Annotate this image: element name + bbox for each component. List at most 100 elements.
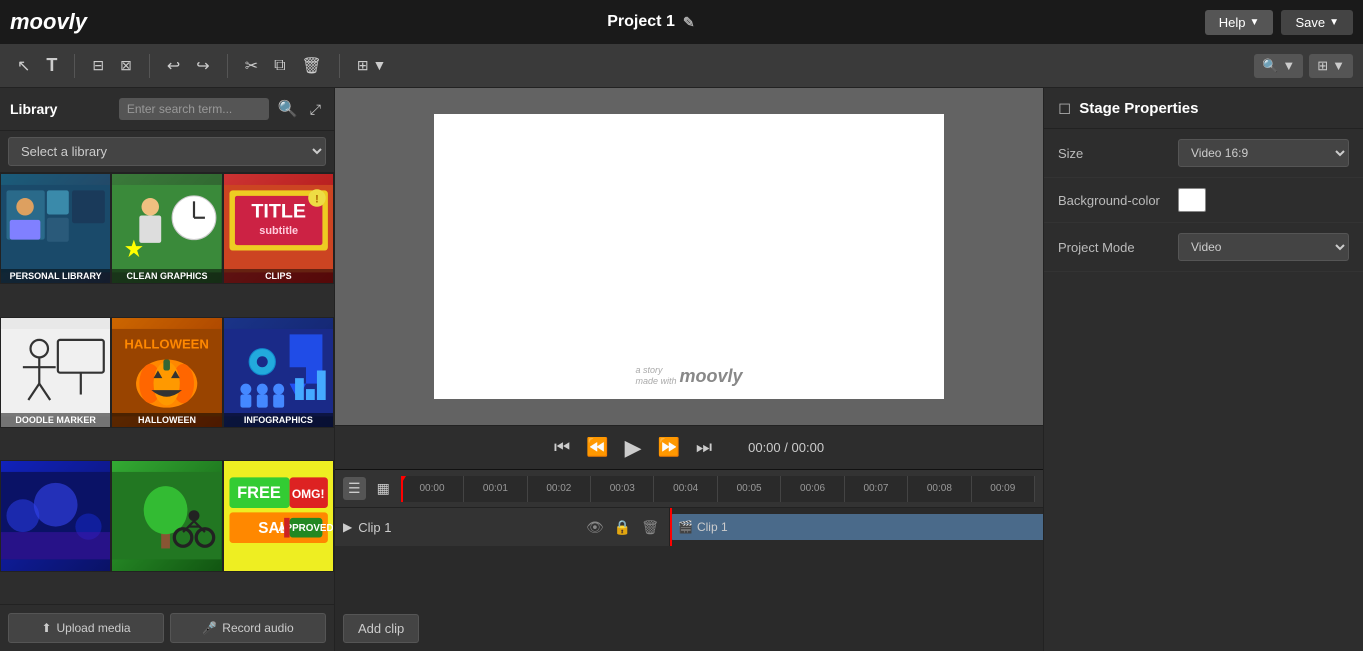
library-item-personal[interactable]: PERSONAL LIBRARY (0, 173, 111, 284)
upload-media-button[interactable]: ⬆ Upload media (8, 613, 164, 643)
timeline-section: ☰ ▦ 00:00 00:01 00:02 (335, 469, 1043, 651)
skip-start-button[interactable]: ⏮ (554, 437, 570, 458)
clip-bar[interactable]: 🎬 Clip 1 (670, 514, 1043, 540)
select-tools: ↖ T (10, 50, 64, 81)
stage: a story made with moovly (434, 114, 944, 399)
library-item-bike[interactable] (111, 460, 222, 571)
library-search-row: 🔍 ⤢ (119, 96, 324, 122)
svg-text:TITLE: TITLE (251, 201, 306, 223)
clip1-expand-button[interactable]: ▶ (343, 520, 352, 534)
record-audio-label: Record audio (222, 621, 293, 635)
search-button[interactable]: 🔍 (275, 96, 301, 122)
library-item-blue-abstract[interactable] (0, 460, 111, 571)
library-item-infographics[interactable]: INFOGRAPHICS (223, 317, 334, 428)
history-tools: ↩ ↪ (160, 51, 217, 81)
tick-0001: 00:01 (464, 476, 527, 502)
toolbar-sep-3 (227, 54, 228, 78)
record-audio-button[interactable]: 🎤 Record audio (170, 613, 326, 643)
ruler-ticks: 00:00 00:01 00:02 00:03 00:04 00:05 00:0… (401, 476, 1035, 502)
search-dropdown[interactable]: 🔍 ▼ (1254, 54, 1303, 78)
tick-0007: 00:07 (845, 476, 908, 502)
search-input[interactable] (119, 98, 269, 120)
upload-media-label: Upload media (57, 621, 131, 635)
clip1-visibility-button[interactable]: 👁 (584, 517, 606, 538)
clip1-lock-button[interactable]: 🔒 (612, 517, 633, 538)
play-button[interactable]: ▶ (625, 435, 642, 461)
timeline-grid-view-button[interactable]: ▦ (372, 477, 395, 500)
cut-button[interactable]: ✂ (238, 51, 265, 81)
current-time: 00:00 (748, 440, 781, 455)
library-item-clips[interactable]: TITLE subtitle ! CLIPS (223, 173, 334, 284)
timeline-controls-row: ☰ ▦ 00:00 00:01 00:02 (335, 470, 1043, 508)
align-button[interactable]: ⊟ (85, 52, 111, 79)
library-item-sale[interactable]: FREE OMG! SALE APPROVED (223, 460, 334, 571)
tick-0004: 00:04 (654, 476, 717, 502)
edit-icon[interactable]: ✎ (683, 14, 695, 31)
toolbar: ↖ T ⊟ ⊠ ↩ ↪ ✂ ⧉ 🗑 ⊞ ▼ 🔍 ▼ ⊞ ▼ (0, 44, 1363, 88)
timeline-list-view-button[interactable]: ☰ (343, 477, 366, 500)
skip-end-button[interactable]: ⏭ (696, 437, 712, 458)
svg-text:!: ! (315, 193, 319, 205)
text-tool-button[interactable]: T (39, 50, 64, 81)
svg-text:HALLOWEEN: HALLOWEEN (125, 336, 209, 351)
topbar-center: Project 1 ✎ (607, 13, 694, 31)
bg-color-row: Background-color (1044, 178, 1363, 223)
center-and-timeline: a story made with moovly ⏮ ⏪ ▶ ⏩ ⏭ 00:00… (335, 88, 1043, 651)
align-tools: ⊟ ⊠ (85, 52, 138, 79)
add-clip-bar: Add clip (335, 606, 1043, 651)
grid-dropdown[interactable]: ⊞ ▼ (1309, 54, 1353, 78)
fast-forward-button[interactable]: ⏩ (657, 437, 679, 458)
search-dropdown-arrow: ▼ (1282, 58, 1295, 73)
svg-text:subtitle: subtitle (259, 225, 298, 237)
clip1-label-area: ▶ Clip 1 👁 🔒 🗑 (335, 508, 670, 546)
library-item-clean-graphics[interactable]: CLEAN GRAPHICS (111, 173, 222, 284)
halloween-label: HALLOWEEN (112, 413, 221, 427)
record-icon: 🎤 (202, 621, 217, 635)
select-tool-button[interactable]: ↖ (10, 51, 37, 81)
undo-button[interactable]: ↩ (160, 51, 187, 81)
project-mode-row: Project Mode Video (1044, 223, 1363, 272)
library-grid: PERSONAL LIBRARY (0, 173, 334, 604)
library-item-doodle[interactable]: DOODLE MARKER (0, 317, 111, 428)
library-header: Library 🔍 ⤢ (0, 88, 334, 131)
infographics-label: INFOGRAPHICS (224, 413, 333, 427)
toolbar-sep-2 (149, 54, 150, 78)
empty-track-space (335, 546, 1043, 606)
add-clip-button[interactable]: Add clip (343, 614, 419, 643)
distribute-button[interactable]: ⊠ (113, 52, 139, 79)
grid-dropdown-arrow: ▼ (1332, 58, 1345, 73)
help-dropdown-arrow: ▼ (1250, 17, 1260, 28)
rewind-button[interactable]: ⏪ (586, 437, 608, 458)
copy-button[interactable]: ⧉ (267, 52, 292, 80)
save-button[interactable]: Save ▼ (1281, 10, 1353, 35)
left-panel: Library 🔍 ⤢ Select a library (0, 88, 335, 651)
size-select[interactable]: Video 16:9 (1178, 139, 1349, 167)
clips-label: CLIPS (224, 269, 333, 283)
playhead (401, 476, 403, 502)
topbar-left: moovly (10, 9, 97, 35)
redo-button[interactable]: ↪ (189, 51, 216, 81)
library-item-halloween[interactable]: HALLOWEEN HALLOWEEN (111, 317, 222, 428)
clip-film-icon: 🎬 (678, 520, 693, 534)
library-select-row: Select a library (0, 131, 334, 173)
project-mode-select[interactable]: Video (1178, 233, 1349, 261)
topbar: moovly Project 1 ✎ Help ▼ Save ▼ (0, 0, 1363, 44)
toolbar-sep-1 (74, 54, 75, 78)
bg-color-swatch[interactable] (1178, 188, 1206, 212)
library-select[interactable]: Select a library (8, 137, 326, 166)
tick-0005: 00:05 (718, 476, 781, 502)
help-button[interactable]: Help ▼ (1205, 10, 1274, 35)
tick-0009: 00:09 (972, 476, 1035, 502)
library-title: Library (10, 101, 57, 117)
tick-0002: 00:02 (528, 476, 591, 502)
canvas-area: a story made with moovly (335, 88, 1043, 425)
expand-library-button[interactable]: ⤢ (307, 98, 324, 121)
clip1-name: Clip 1 (358, 520, 578, 535)
clip1-delete-button[interactable]: 🗑 (639, 517, 661, 538)
svg-text:FREE: FREE (237, 485, 281, 503)
size-row: Size Video 16:9 (1044, 129, 1363, 178)
stage-props-collapse-icon[interactable]: ◻ (1058, 98, 1071, 118)
arrange-button[interactable]: ⊞ ▼ (350, 52, 393, 79)
watermark-prefix: a story (635, 365, 676, 376)
delete-button[interactable]: 🗑 (295, 51, 329, 81)
